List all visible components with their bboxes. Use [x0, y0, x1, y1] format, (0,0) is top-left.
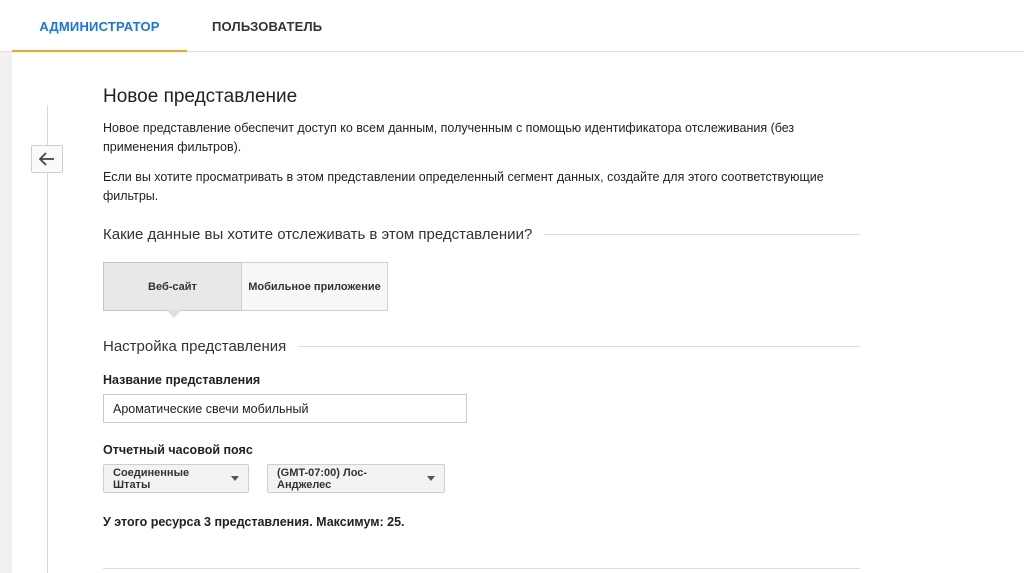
view-name-label: Название представления: [103, 373, 261, 387]
description-paragraph-2: Если вы хотите просматривать в этом пред…: [103, 170, 824, 203]
timezone-label: Отчетный часовой пояс: [103, 443, 253, 457]
divider: [298, 346, 860, 347]
option-website[interactable]: Веб-сайт: [103, 262, 242, 311]
description-paragraph-1: Новое представление обеспечит доступ ко …: [103, 121, 795, 154]
views-count-info: У этого ресурса 3 представления. Максиму…: [103, 515, 405, 529]
timezone-value: (GMT-07:00) Лос-Анджелес: [277, 466, 368, 491]
timeline-divider: [47, 105, 48, 573]
caret-down-icon: [427, 476, 435, 481]
divider: [103, 568, 860, 569]
divider: [544, 234, 860, 235]
tab-user[interactable]: ПОЛЬЗОВАТЕЛЬ: [212, 0, 322, 52]
selected-pointer: [166, 310, 182, 318]
arrow-left-icon: [39, 152, 54, 166]
back-button[interactable]: [31, 145, 63, 173]
country-dropdown[interactable]: Соединенные Штаты: [103, 464, 249, 493]
top-tab-bar: АДМИНИСТРАТОР ПОЛЬЗОВАТЕЛЬ: [0, 0, 1024, 52]
option-mobile-app[interactable]: Мобильное приложение: [241, 262, 388, 311]
tracking-section-heading: Какие данные вы хотите отслеживать в это…: [103, 226, 860, 243]
page-title: Новое представление: [103, 86, 298, 107]
caret-down-icon: [231, 476, 239, 481]
tab-admin[interactable]: АДМИНИСТРАТОР: [12, 0, 187, 52]
timezone-dropdown[interactable]: (GMT-07:00) Лос-Анджелес: [267, 464, 445, 493]
view-name-input[interactable]: [103, 394, 467, 423]
settings-heading: Настройка представления: [103, 338, 287, 355]
tracking-question: Какие данные вы хотите отслеживать в это…: [103, 226, 533, 243]
settings-section-heading: Настройка представления: [103, 338, 860, 355]
country-value: Соединенные Штаты: [113, 466, 190, 491]
